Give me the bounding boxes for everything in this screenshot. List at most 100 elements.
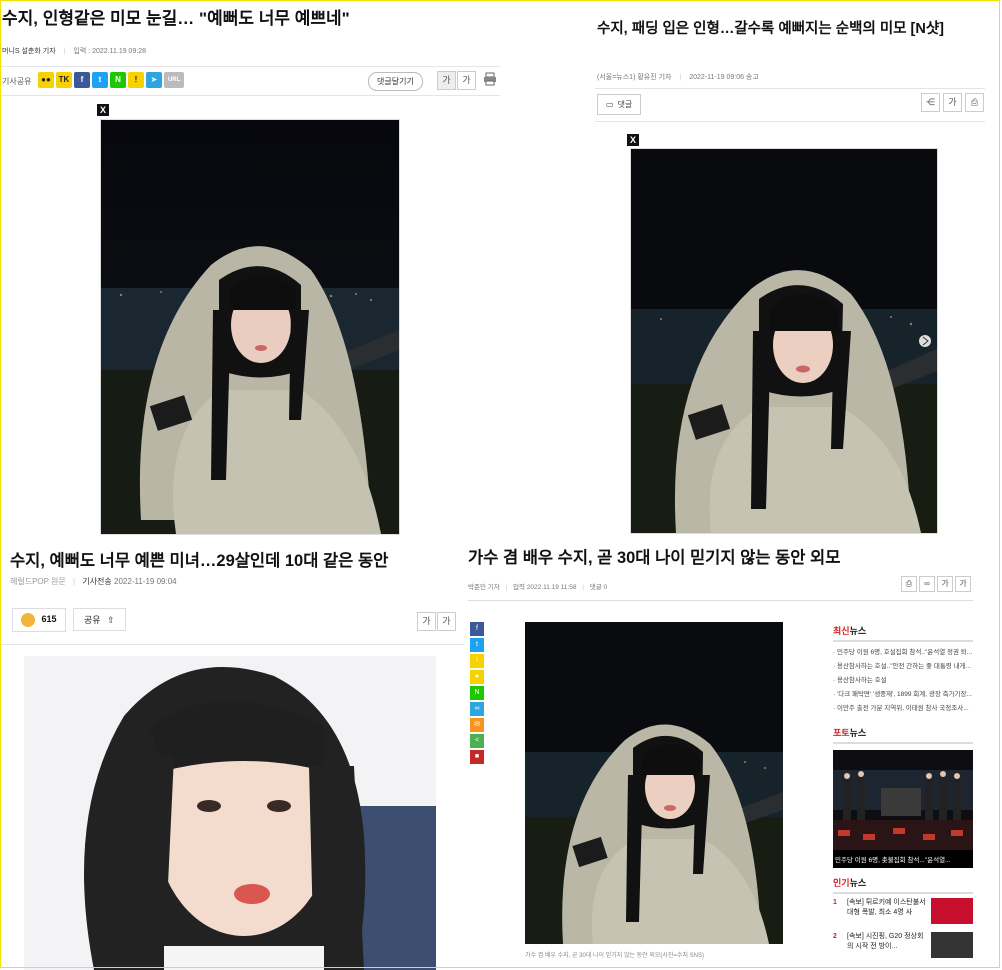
- heading-text: 뉴스: [849, 728, 867, 738]
- article-title[interactable]: 수지, 예뻐도 너무 예쁜 미녀…29살인데 10대 같은 동안: [10, 547, 388, 571]
- comment-button[interactable]: 댓글달기기: [368, 72, 423, 91]
- heading-text: 뉴스: [849, 878, 867, 888]
- latest-news-item[interactable]: · 민주당 이원 6명, 호설집회 참석.."윤석열 정권 퇴...: [833, 646, 973, 660]
- close-icon[interactable]: X: [627, 134, 639, 146]
- toolbar: ▭ 댓글 ⋲ 가 ⎙: [595, 88, 985, 122]
- popular-news-thumbnail: [931, 898, 973, 924]
- heading-highlight: 인기: [833, 878, 850, 888]
- share-icon-4[interactable]: N: [110, 72, 126, 88]
- share-icon-2[interactable]: f: [74, 72, 90, 88]
- article-photo: [630, 148, 938, 534]
- popular-news-thumbnail: [931, 932, 973, 958]
- share-icon-7[interactable]: URL: [164, 72, 184, 88]
- share-icon[interactable]: ⋲: [921, 93, 940, 112]
- latest-news-item[interactable]: · 용산참사하는 호설: [833, 674, 973, 688]
- article-meta: 머니S 설춘화 기자 | 입력 : 2022.11.19 09:28: [2, 48, 147, 55]
- article-panel-moneys: 수지, 인형같은 미모 눈길… "예뻐도 너무 예쁘네" 머니S 설춘화 기자 …: [0, 0, 500, 540]
- font-decrease-button[interactable]: 가: [457, 71, 476, 90]
- popular-news-text: [속보] 시진핑, G20 정상회의 시작 전 방이...: [847, 933, 924, 950]
- photo-news-heading[interactable]: 포토뉴스: [833, 726, 973, 744]
- share-label: 공유: [84, 615, 101, 625]
- upload-icon: ⇧: [107, 615, 115, 625]
- article-panel-news4: 가수 겸 배우 수지, 곧 30대 나이 믿기지 않는 동안 외모 박준민 기자…: [468, 538, 998, 970]
- article-photo: [525, 622, 783, 944]
- heading-text: 뉴스: [849, 626, 867, 636]
- divider: [468, 600, 973, 601]
- link-icon[interactable]: ∞: [919, 576, 935, 592]
- article-title[interactable]: 수지, 인형같은 미모 눈길… "예뻐도 너무 예쁘네": [2, 4, 350, 29]
- latest-news-item[interactable]: · 이만주 출전 가분 지역위, 이태원 참사 국정조사...: [833, 702, 973, 716]
- side-share-icon-2[interactable]: !: [470, 654, 484, 668]
- font-decrease-button[interactable]: 가: [955, 576, 971, 592]
- share-icon-1[interactable]: TK: [56, 72, 72, 88]
- side-share-icon-8[interactable]: ■: [470, 750, 484, 764]
- comment-label: 댓글: [617, 100, 633, 109]
- like-button[interactable]: 615: [12, 608, 66, 632]
- font-increase-button[interactable]: 가: [437, 71, 456, 90]
- share-icon-0[interactable]: ●●: [38, 72, 54, 88]
- latest-news-list: · 민주당 이원 6명, 호설집회 참석.."윤석열 정권 퇴... · 용산참사…: [833, 646, 973, 716]
- heading-highlight: 최신: [833, 626, 850, 636]
- share-icons: ●● TK f t N! ➤ URL: [38, 72, 186, 88]
- popular-news-list: 1 [속보] 튀르키예 이스탄불서 대형 폭발, 최소 4명 사 2 [속보] 시진핑…: [833, 898, 973, 958]
- font-size-button[interactable]: 가: [943, 93, 962, 112]
- popular-news-item[interactable]: 1 [속보] 튀르키예 이스탄불서 대형 폭발, 최소 4명 사: [833, 898, 973, 924]
- side-share-icon-1[interactable]: t: [470, 638, 484, 652]
- article-meta: (서울=뉴스1) 황유진 기자 | 2022-11-19 09:06 송고: [597, 74, 759, 81]
- share-icon-3[interactable]: t: [92, 72, 108, 88]
- meta-label: 기사전송: [82, 577, 112, 586]
- side-share-icon-0[interactable]: f: [470, 622, 484, 636]
- share-label: 기사공유: [2, 77, 32, 86]
- sidebar: 최신뉴스 · 민주당 이원 6명, 호설집회 참석.."윤석열 정권 퇴... ·…: [833, 624, 973, 966]
- popular-news-text: [속보] 튀르키예 이스탄불서 대형 폭발, 최소 4명 사: [847, 899, 926, 916]
- article-panel-heraldpop: 수지, 예뻐도 너무 예쁜 미녀…29살인데 10대 같은 동안 헤럴드POP …: [0, 538, 465, 970]
- print-icon[interactable]: ⎙: [901, 576, 917, 592]
- publish-date: 2022-11-19 09:04: [114, 577, 177, 586]
- latest-news-heading[interactable]: 최신뉴스: [833, 624, 973, 642]
- article-title[interactable]: 수지, 패딩 입은 인형…갈수록 예뻐지는 순백의 미모 [N샷]: [597, 20, 987, 39]
- heading-highlight: 포토: [833, 728, 850, 738]
- print-icon[interactable]: ⎙: [965, 93, 984, 112]
- article-meta: 박준민 기자 | 입력 2022.11.19 11:58 | 댓글 0: [468, 584, 608, 591]
- toolbar: 615 공유 ⇧ 가 가: [0, 600, 465, 645]
- comment-count: 댓글 0: [589, 584, 608, 591]
- share-icon-5[interactable]: !: [128, 72, 144, 88]
- font-increase-button[interactable]: 가: [437, 612, 456, 631]
- side-share-icon-7[interactable]: <: [470, 734, 484, 748]
- side-share-icon-3[interactable]: ●: [470, 670, 484, 684]
- rank-number: 2: [833, 933, 837, 940]
- print-icon[interactable]: [483, 72, 497, 91]
- publish-date: 2022-11-19 09:06 송고: [689, 74, 759, 81]
- latest-news-item[interactable]: · 용산참사하는 호설.."안전 간하는 좋 대통령 내게...: [833, 660, 973, 674]
- close-icon[interactable]: X: [97, 104, 109, 116]
- popular-news-item[interactable]: 2 [속보] 시진핑, G20 정상회의 시작 전 방이...: [833, 932, 973, 958]
- photo-news-caption: 민주당 이원 6명, 촛불집회 참석..."윤석열...: [835, 857, 951, 864]
- comment-button[interactable]: ▭ 댓글: [597, 94, 642, 115]
- font-decrease-button[interactable]: 가: [417, 612, 436, 631]
- side-share-icon-4[interactable]: N: [470, 686, 484, 700]
- share-icon-6[interactable]: ➤: [146, 72, 162, 88]
- rank-number: 1: [833, 899, 837, 906]
- side-share-bar: f t! ● N ∞ ✉ < ■: [470, 622, 484, 766]
- toolbar: ⎙ ∞ 가 가: [901, 576, 971, 592]
- comment-icon: ▭: [606, 100, 614, 109]
- publish-date: 입력 : 2022.11.19 09:28: [73, 48, 147, 55]
- author: 머니S 설춘화 기자: [2, 48, 56, 55]
- side-share-icon-5[interactable]: ∞: [470, 702, 484, 716]
- like-count: 615: [41, 614, 57, 625]
- latest-news-item[interactable]: · '다크 패탁면' '생중재', 1899 회계, 광장 측가기장...: [833, 688, 973, 702]
- font-increase-button[interactable]: 가: [937, 576, 953, 592]
- article-panel-news1: 수지, 패딩 입은 인형…갈수록 예뻐지는 순백의 미모 [N샷] (서울=뉴스…: [595, 0, 995, 540]
- article-title[interactable]: 가수 겸 배우 수지, 곧 30대 나이 믿기지 않는 동안 외모: [468, 544, 840, 568]
- popular-news-heading[interactable]: 인기뉴스: [833, 876, 973, 894]
- share-bar: 기사공유 ●● TK f t N! ➤ URL 댓글달기기 가 가: [0, 66, 500, 96]
- article-photo: [100, 119, 400, 535]
- photo-news-image[interactable]: 민주당 이원 6명, 촛불집회 참석..."윤석열...: [833, 750, 973, 868]
- publish-date: 입력 2022.11.19 11:58: [513, 584, 577, 591]
- source[interactable]: 헤럴드POP 원문: [10, 577, 66, 586]
- side-share-icon-6[interactable]: ✉: [470, 718, 484, 732]
- author: (서울=뉴스1) 황유진 기자: [597, 74, 672, 81]
- author: 박준민 기자: [468, 584, 500, 591]
- share-button[interactable]: 공유 ⇧: [73, 608, 126, 631]
- article-photo: [24, 656, 436, 970]
